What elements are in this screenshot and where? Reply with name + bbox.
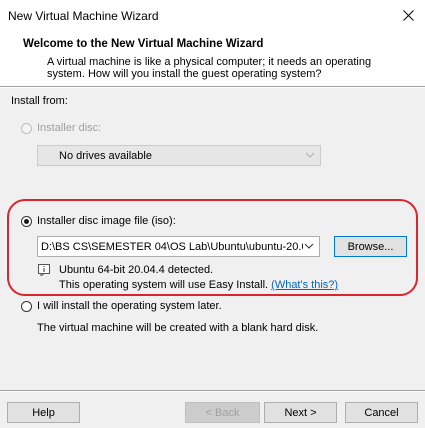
browse-button[interactable]: Browse... [334, 236, 407, 257]
header-description: A virtual machine is like a physical com… [47, 56, 387, 80]
iso-label: Installer disc image file (iso): [37, 215, 176, 227]
header-desc-line2: system. How will you install the guest o… [47, 68, 322, 80]
close-button[interactable] [391, 0, 425, 31]
back-button[interactable]: < Back [185, 402, 260, 423]
install-later-description: The virtual machine will be created with… [37, 322, 319, 334]
header-divider [0, 86, 425, 88]
header-title: Welcome to the New Virtual Machine Wizar… [23, 38, 264, 50]
title-bar: New Virtual Machine Wizard [0, 0, 425, 31]
install-from-label: Install from: [11, 95, 68, 107]
cancel-button[interactable]: Cancel [345, 402, 418, 423]
install-later-radio[interactable] [21, 301, 32, 312]
iso-radio[interactable] [21, 216, 32, 227]
detected-os-text: Ubuntu 64-bit 20.04.4 detected. [59, 264, 214, 276]
easy-install-label: This operating system will use Easy Inst… [59, 279, 269, 291]
chevron-down-icon [305, 152, 315, 158]
installer-disc-dropdown[interactable]: No drives available [37, 145, 321, 166]
installer-disc-radio[interactable] [21, 123, 32, 134]
install-later-label: I will install the operating system late… [37, 300, 222, 312]
wizard-header: Welcome to the New Virtual Machine Wizar… [0, 31, 425, 86]
info-icon [38, 264, 50, 276]
chevron-down-icon [304, 243, 314, 249]
footer-divider [0, 390, 425, 392]
installer-disc-label: Installer disc: [37, 122, 102, 134]
easy-install-text: This operating system will use Easy Inst… [59, 279, 338, 291]
header-desc-line1: A virtual machine is like a physical com… [47, 56, 372, 68]
iso-path-combo[interactable]: D:\BS CS\SEMESTER 04\OS Lab\Ubuntu\ubunt… [37, 236, 320, 257]
installer-disc-value: No drives available [59, 150, 152, 162]
window-title: New Virtual Machine Wizard [8, 9, 159, 23]
close-icon [402, 10, 414, 21]
whats-this-link[interactable]: (What's this?) [271, 279, 338, 291]
help-button[interactable]: Help [7, 402, 80, 423]
next-button[interactable]: Next > [264, 402, 337, 423]
iso-path-value: D:\BS CS\SEMESTER 04\OS Lab\Ubuntu\ubunt… [41, 241, 303, 253]
